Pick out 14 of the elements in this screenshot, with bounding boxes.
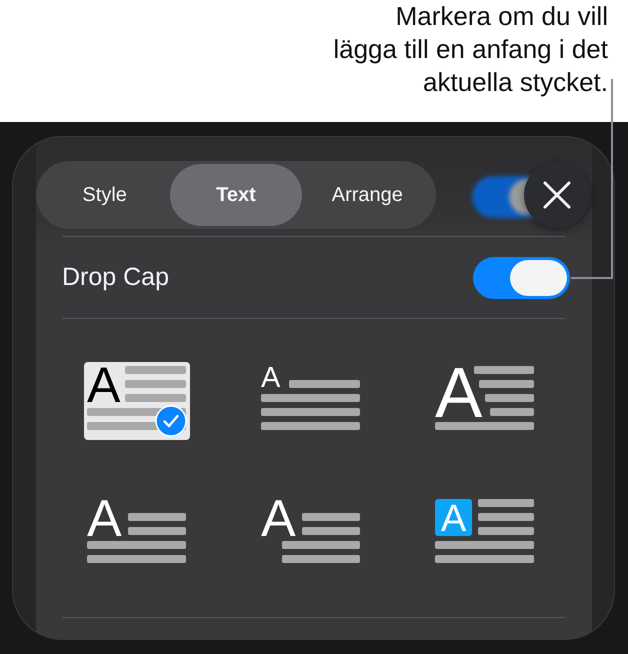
drop-cap-style-option[interactable]: A [84, 362, 190, 440]
letter-tile [435, 499, 472, 536]
close-icon [543, 181, 571, 209]
checkmark-icon [155, 405, 187, 437]
drop-cap-style-option[interactable]: A [432, 362, 538, 440]
callout-text: Markera om du vill lägga till en anfang i det aktuella stycket. [333, 0, 608, 99]
drop-cap-toggle[interactable] [473, 256, 570, 298]
tab[interactable]: Arrange [302, 164, 433, 226]
drop-cap-style-option[interactable]: A [258, 362, 364, 440]
drop-cap-style-option[interactable]: A [258, 495, 364, 573]
drop-cap-style-option[interactable]: A [84, 495, 190, 573]
tab[interactable]: Text [170, 164, 302, 226]
tab[interactable]: Style [39, 164, 170, 226]
drop-cap-label: Drop Cap [62, 263, 169, 292]
